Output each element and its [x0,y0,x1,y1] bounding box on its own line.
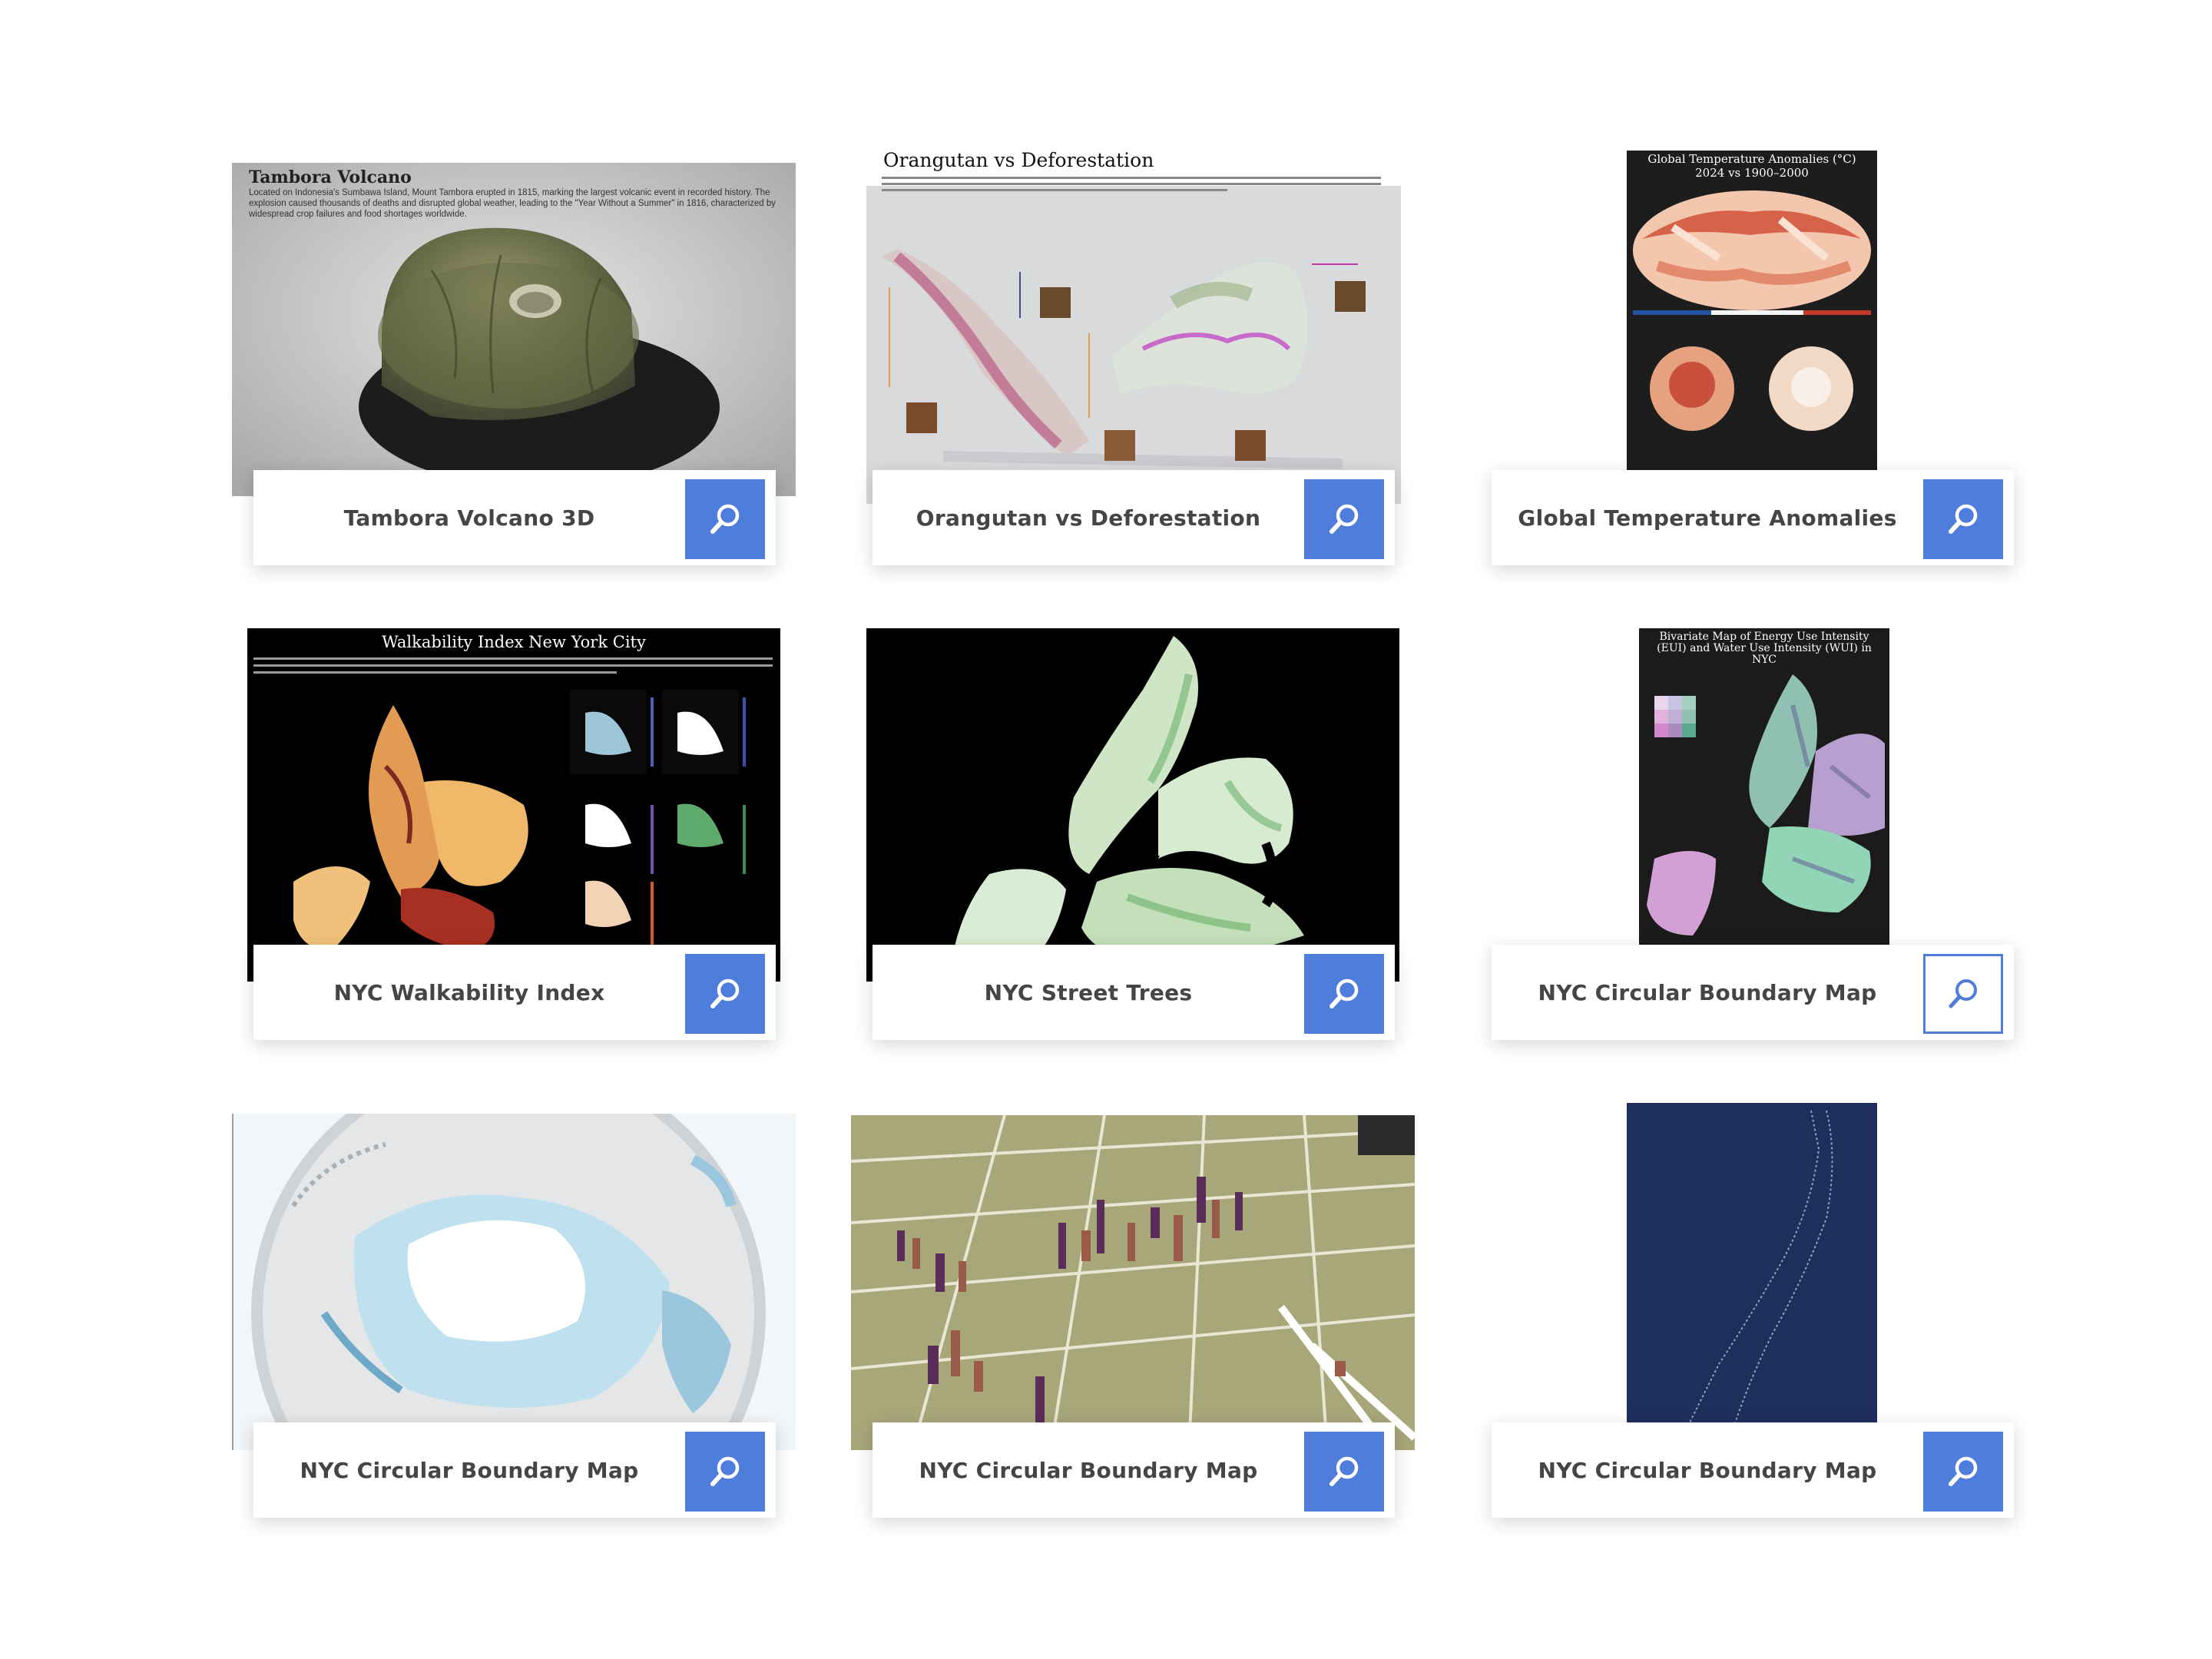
caption-bar: Orangutan vs Deforestation [873,470,1395,565]
thumbnail-subtitle: 2024 vs 1900–2000 [1695,166,1809,180]
zoom-button[interactable] [685,954,765,1034]
magnifier-icon [1330,979,1359,1008]
thumbnail-title: Walkability Index New York City [382,633,646,651]
zoom-button[interactable] [1923,1432,2003,1512]
magnifier-icon [1330,1456,1359,1486]
card-title: NYC Circular Boundary Map [300,1457,639,1483]
caption-bar: NYC Street Trees [873,945,1395,1040]
thumbnail-title: Orangutan vs Deforestation [883,149,1154,171]
magnifier-icon [710,1456,740,1486]
card-title: NYC Walkability Index [333,979,605,1005]
caption-bar: NYC Circular Boundary Map [1492,945,2014,1040]
thumbnail-street-trees[interactable] [866,628,1399,982]
thumbnail-arctic[interactable] [232,1114,796,1450]
thumbnail-description-lines [253,657,773,674]
magnifier-icon [1330,504,1359,534]
thumbnail-walkability[interactable]: Walkability Index New York City [247,628,780,982]
caption-bar: NYC Circular Boundary Map [873,1422,1395,1518]
card-title: Tambora Volcano 3D [343,505,595,531]
thumbnail-title: Tambora Volcano [249,167,412,187]
caption-bar: Global Temperature Anomalies [1492,470,2014,565]
thumbnail-title: Bivariate Map of Energy Use Intensity (E… [1657,631,1872,666]
magnifier-icon [710,979,740,1008]
card-title: NYC Circular Boundary Map [1538,979,1877,1005]
card-title: NYC Circular Boundary Map [919,1457,1258,1483]
card-title: NYC Street Trees [984,979,1193,1005]
zoom-button[interactable] [1923,479,2003,559]
zoom-button[interactable] [1304,479,1384,559]
thumbnail-bivariate[interactable]: Bivariate Map of Energy Use Intensity (E… [1639,628,1889,951]
caption-bar: NYC Circular Boundary Map [253,1422,776,1518]
thumbnail-boundary[interactable] [1627,1103,1877,1426]
card-title: Orangutan vs Deforestation [916,505,1261,531]
thumbnail-tambora[interactable]: Tambora Volcano Located on Indonesia's S… [232,163,796,496]
caption-bar: Tambora Volcano 3D [253,470,776,565]
magnifier-icon [1949,979,1977,1008]
zoom-button[interactable] [685,479,765,559]
thumbnail-city-3d[interactable] [851,1115,1415,1450]
thumbnail-global-temperature[interactable]: Global Temperature Anomalies (°C) 2024 v… [1627,151,1877,473]
thumbnail-title: Global Temperature Anomalies (°C) [1647,152,1856,166]
card-title: Global Temperature Anomalies [1518,505,1897,531]
zoom-button[interactable] [1304,1432,1384,1512]
magnifier-icon [1949,504,1978,534]
magnifier-icon [1949,1456,1978,1486]
caption-bar: NYC Circular Boundary Map [1492,1422,2014,1518]
thumbnail-orangutan[interactable]: Orangutan vs Deforestation [866,149,1401,504]
zoom-button[interactable] [1304,954,1384,1034]
zoom-button[interactable] [1923,954,2003,1034]
thumbnail-description: Located on Indonesia's Sumbawa Island, M… [249,188,777,219]
caption-bar: NYC Walkability Index [253,945,776,1040]
magnifier-icon [710,504,740,534]
card-title: NYC Circular Boundary Map [1538,1457,1877,1483]
zoom-button[interactable] [685,1432,765,1512]
